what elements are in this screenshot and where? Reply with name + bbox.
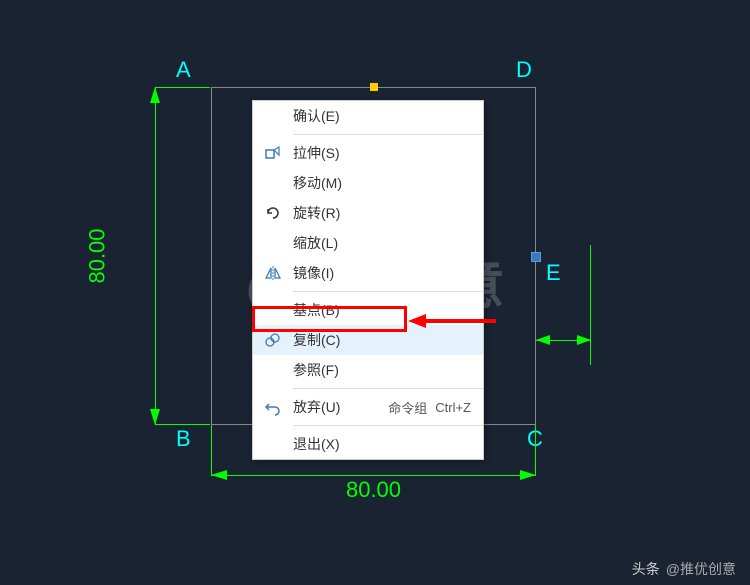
vertex-label-d: D <box>516 57 532 83</box>
footer-source: 头条 <box>632 559 660 579</box>
grip-marker-e[interactable] <box>531 252 541 262</box>
menu-separator <box>293 134 483 135</box>
menu-item-mirror[interactable]: 镜像(I) <box>253 258 483 288</box>
menu-separator <box>293 388 483 389</box>
menu-item-confirm[interactable]: 确认(E) <box>253 101 483 131</box>
menu-separator <box>293 425 483 426</box>
rotate-icon <box>253 204 293 222</box>
menu-item-rotate[interactable]: 旋转(R) <box>253 198 483 228</box>
dimension-right-partial <box>536 255 591 256</box>
menu-item-basepoint[interactable]: 基点(B) <box>253 295 483 325</box>
mirror-icon <box>253 264 293 282</box>
midpoint-marker-top[interactable] <box>370 83 378 91</box>
dimension-vertical-value: 80.00 <box>85 228 111 283</box>
copy-icon <box>253 331 293 349</box>
vertex-label-e: E <box>546 260 561 286</box>
menu-item-reference[interactable]: 参照(F) <box>253 355 483 385</box>
stretch-icon <box>253 144 293 162</box>
menu-item-move[interactable]: 移动(M) <box>253 168 483 198</box>
vertex-label-b: B <box>176 426 191 452</box>
menu-item-exit[interactable]: 退出(X) <box>253 429 483 459</box>
menu-separator <box>293 291 483 292</box>
menu-item-stretch[interactable]: 拉伸(S) <box>253 138 483 168</box>
menu-item-undo[interactable]: 放弃(U) 命令组 Ctrl+Z <box>253 392 483 422</box>
menu-item-copy[interactable]: 复制(C) <box>253 325 483 355</box>
footer-attribution: 头条 @推优创意 <box>632 559 736 579</box>
footer-author: @推优创意 <box>666 559 736 579</box>
dimension-vertical: 80.00 <box>125 87 210 425</box>
menu-item-scale[interactable]: 缩放(L) <box>253 228 483 258</box>
undo-icon <box>253 398 293 416</box>
cad-canvas[interactable]: A D B C E 80.00 80.00 @推优创意 确认(E) <box>0 0 750 585</box>
dimension-horizontal-value: 80.00 <box>342 477 405 503</box>
context-menu: 确认(E) 拉伸(S) 移动(M) 旋转(R) 缩放(L) 镜像 <box>252 100 484 460</box>
vertex-label-a: A <box>176 57 191 83</box>
